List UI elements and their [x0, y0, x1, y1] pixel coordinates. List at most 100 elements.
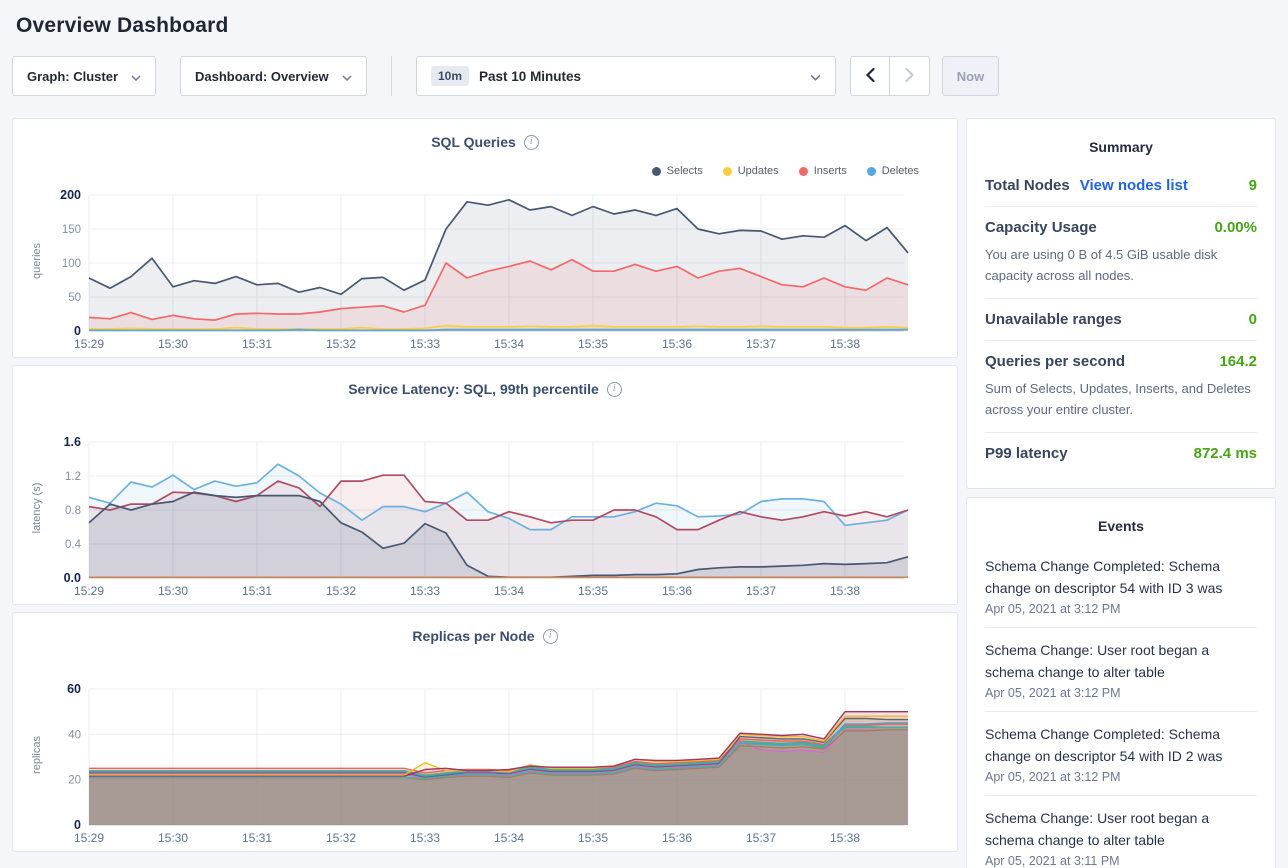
event-timestamp: Apr 05, 2021 at 3:12 PM — [985, 686, 1257, 700]
events-card: Events Schema Change Completed: Schema c… — [966, 497, 1276, 868]
y-axis-label: latency (s) — [31, 438, 43, 578]
view-nodes-link[interactable]: View nodes list — [1080, 177, 1188, 194]
summary-rows: Total NodesView nodes list9Capacity Usag… — [985, 165, 1257, 474]
chevron-left-icon — [866, 68, 875, 85]
sql-queries-card: SQL Queries i Selects Updates Inserts Delet… — [12, 118, 958, 358]
legend-dot — [652, 167, 661, 176]
page-title: Overview Dashboard — [0, 0, 1288, 38]
replicas-per-node-plot: replicas 15:2915:3015:3115:3215:3315:341… — [29, 681, 941, 853]
chart-canvas: 15:2915:3015:3115:3215:3315:3415:3515:36… — [29, 187, 931, 359]
metric-value: 0.00% — [1214, 219, 1257, 236]
svg-text:15:35: 15:35 — [578, 584, 608, 598]
svg-text:15:35: 15:35 — [578, 831, 608, 845]
main-layout: SQL Queries i Selects Updates Inserts Delet… — [12, 118, 1276, 868]
metric-value: 0 — [1249, 311, 1257, 328]
metric-label: Queries per second — [985, 353, 1125, 370]
summary-row: Capacity Usage 0.00% You are using 0 B of … — [985, 206, 1257, 298]
chart-canvas: 15:2915:3015:3115:3215:3315:3415:3515:36… — [29, 681, 931, 853]
summary-title: Summary — [985, 133, 1257, 165]
svg-text:15:38: 15:38 — [830, 337, 860, 351]
toolbar: Graph: Cluster Dashboard: Overview 10m P… — [12, 56, 1276, 96]
svg-text:15:36: 15:36 — [662, 337, 692, 351]
svg-text:15:31: 15:31 — [242, 584, 272, 598]
svg-text:15:29: 15:29 — [74, 584, 104, 598]
event-item[interactable]: Schema Change Completed: Schema change o… — [985, 544, 1257, 627]
legend-item-selects[interactable]: Selects — [652, 165, 703, 177]
metric-value: 9 — [1249, 177, 1257, 194]
dashboard-dropdown[interactable]: Dashboard: Overview — [180, 56, 367, 96]
metric-value: 872.4 ms — [1194, 445, 1257, 462]
event-timestamp: Apr 05, 2021 at 3:11 PM — [985, 854, 1257, 868]
svg-text:15:33: 15:33 — [410, 831, 440, 845]
svg-text:15:37: 15:37 — [746, 831, 776, 845]
chart-header: Service Latency: SQL, 99th percentile i — [29, 378, 941, 400]
event-timestamp: Apr 05, 2021 at 3:12 PM — [985, 602, 1257, 616]
svg-text:15:29: 15:29 — [74, 831, 104, 845]
event-item[interactable]: Schema Change: User root began a schema … — [985, 627, 1257, 711]
svg-text:0.4: 0.4 — [65, 539, 82, 551]
time-range-picker[interactable]: 10m Past 10 Minutes — [416, 56, 836, 96]
svg-text:15:30: 15:30 — [158, 831, 188, 845]
svg-text:0: 0 — [74, 818, 81, 832]
chevron-right-icon — [905, 68, 914, 85]
svg-text:15:31: 15:31 — [242, 337, 272, 351]
info-icon[interactable]: i — [524, 135, 539, 150]
chart-title: Replicas per Node — [412, 628, 534, 644]
event-timestamp: Apr 05, 2021 at 3:12 PM — [985, 770, 1257, 784]
chevron-down-icon — [131, 69, 141, 84]
svg-text:15:38: 15:38 — [830, 584, 860, 598]
metric-label: Capacity Usage — [985, 219, 1097, 236]
svg-text:50: 50 — [68, 292, 81, 304]
summary-row: P99 latency872.4 ms — [985, 432, 1257, 474]
metric-description: You are using 0 B of 4.5 GiB usable disk… — [985, 244, 1257, 286]
svg-text:100: 100 — [62, 258, 81, 270]
time-range-badge: 10m — [431, 66, 469, 86]
chevron-down-icon — [810, 69, 821, 84]
event-item[interactable]: Schema Change Completed: Schema change o… — [985, 711, 1257, 795]
svg-text:60: 60 — [67, 682, 81, 696]
legend-item-updates[interactable]: Updates — [723, 165, 779, 177]
toolbar-divider — [391, 56, 392, 96]
info-icon[interactable]: i — [607, 382, 622, 397]
chart-title: Service Latency: SQL, 99th percentile — [348, 381, 599, 397]
chart-header: Replicas per Node i — [29, 625, 941, 647]
svg-text:150: 150 — [62, 224, 81, 236]
svg-text:20: 20 — [68, 775, 81, 787]
svg-text:1.2: 1.2 — [65, 471, 81, 483]
event-text: Schema Change Completed: Schema change o… — [985, 555, 1257, 599]
svg-text:15:33: 15:33 — [410, 584, 440, 598]
dashboard-dropdown-label: Dashboard: Overview — [195, 69, 329, 84]
time-forward-button[interactable] — [890, 56, 930, 96]
legend-label: Inserts — [814, 165, 847, 177]
legend-label: Selects — [667, 165, 703, 177]
legend-dot — [723, 167, 732, 176]
service-latency-plot: latency (s) 15:2915:3015:3115:3215:3315:… — [29, 434, 941, 606]
event-text: Schema Change: User root began a schema … — [985, 807, 1257, 851]
y-axis-label: queries — [31, 191, 43, 331]
now-button[interactable]: Now — [942, 56, 999, 96]
chart-legend: Selects Updates Inserts Deletes — [652, 165, 919, 177]
svg-text:0.8: 0.8 — [65, 505, 81, 517]
time-back-button[interactable] — [850, 56, 890, 96]
svg-text:15:30: 15:30 — [158, 337, 188, 351]
replicas-per-node-card: Replicas per Node i replicas 15:29 15:30 1… — [12, 612, 958, 852]
event-item[interactable]: Schema Change: User root began a schema … — [985, 795, 1257, 868]
info-icon[interactable]: i — [543, 629, 558, 644]
graph-dropdown[interactable]: Graph: Cluster — [12, 56, 156, 96]
overview-dashboard-page: Overview Dashboard Graph: Cluster Dashbo… — [0, 0, 1288, 868]
y-axis-label: replicas — [31, 685, 43, 825]
svg-text:15:29: 15:29 — [74, 337, 104, 351]
legend-item-deletes[interactable]: Deletes — [867, 165, 919, 177]
svg-text:15:30: 15:30 — [158, 584, 188, 598]
svg-text:15:37: 15:37 — [746, 584, 776, 598]
svg-text:15:33: 15:33 — [410, 337, 440, 351]
svg-text:15:32: 15:32 — [326, 831, 356, 845]
legend-item-inserts[interactable]: Inserts — [799, 165, 847, 177]
svg-text:15:31: 15:31 — [242, 831, 272, 845]
legend-label: Updates — [738, 165, 779, 177]
svg-text:15:36: 15:36 — [662, 584, 692, 598]
chart-title: SQL Queries — [431, 134, 516, 150]
svg-text:200: 200 — [60, 188, 81, 202]
time-range-label: Past 10 Minutes — [479, 69, 581, 84]
chart-header: SQL Queries i — [29, 131, 941, 153]
